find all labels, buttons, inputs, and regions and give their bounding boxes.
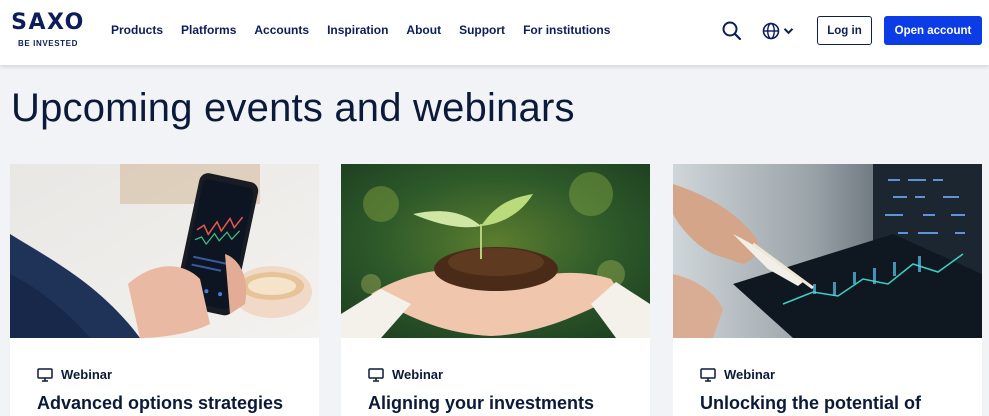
nav-item-products[interactable]: Products — [111, 22, 163, 38]
card-title[interactable]: Aligning your investments — [368, 393, 594, 414]
card-type: Webinar — [700, 367, 775, 382]
event-card[interactable]: Webinar Unlocking the potential of — [673, 164, 982, 416]
site-header: SAXO BE INVESTED Products Platforms Acco… — [0, 0, 989, 65]
event-card[interactable]: Webinar Advanced options strategies — [10, 164, 319, 416]
chevron-down-icon — [783, 28, 794, 35]
card-image-phone-trading — [10, 164, 319, 338]
logo-wordmark: SAXO — [11, 10, 85, 35]
card-image-tablet-stocks — [673, 164, 982, 338]
search-button[interactable] — [721, 20, 743, 42]
search-icon — [722, 21, 742, 41]
monitor-icon — [368, 367, 384, 382]
nav-item-support[interactable]: Support — [459, 22, 505, 38]
nav-item-institutions[interactable]: For institutions — [523, 22, 610, 38]
card-image-seedling — [341, 164, 650, 338]
logo-tagline: BE INVESTED — [18, 39, 78, 48]
globe-icon — [762, 22, 780, 40]
card-title[interactable]: Unlocking the potential of — [700, 393, 921, 414]
card-title[interactable]: Advanced options strategies — [37, 393, 283, 414]
event-card[interactable]: Webinar Aligning your investments — [341, 164, 650, 416]
open-account-button[interactable]: Open account — [884, 16, 982, 45]
nav-item-inspiration[interactable]: Inspiration — [327, 22, 388, 38]
login-button[interactable]: Log in — [817, 16, 872, 45]
card-type-label: Webinar — [392, 367, 444, 382]
nav-item-platforms[interactable]: Platforms — [181, 22, 236, 38]
card-type-label: Webinar — [724, 367, 776, 382]
nav-item-accounts[interactable]: Accounts — [254, 22, 309, 38]
card-type: Webinar — [37, 367, 112, 382]
language-selector[interactable] — [762, 21, 798, 41]
saxo-logo[interactable]: SAXO BE INVESTED — [10, 11, 86, 51]
monitor-icon — [37, 367, 53, 382]
card-type: Webinar — [368, 367, 443, 382]
card-type-label: Webinar — [61, 367, 113, 382]
page-title: Upcoming events and webinars — [11, 86, 575, 130]
main-nav: Products Platforms Accounts Inspiration … — [111, 22, 628, 38]
nav-item-about[interactable]: About — [406, 22, 441, 38]
monitor-icon — [700, 367, 716, 382]
